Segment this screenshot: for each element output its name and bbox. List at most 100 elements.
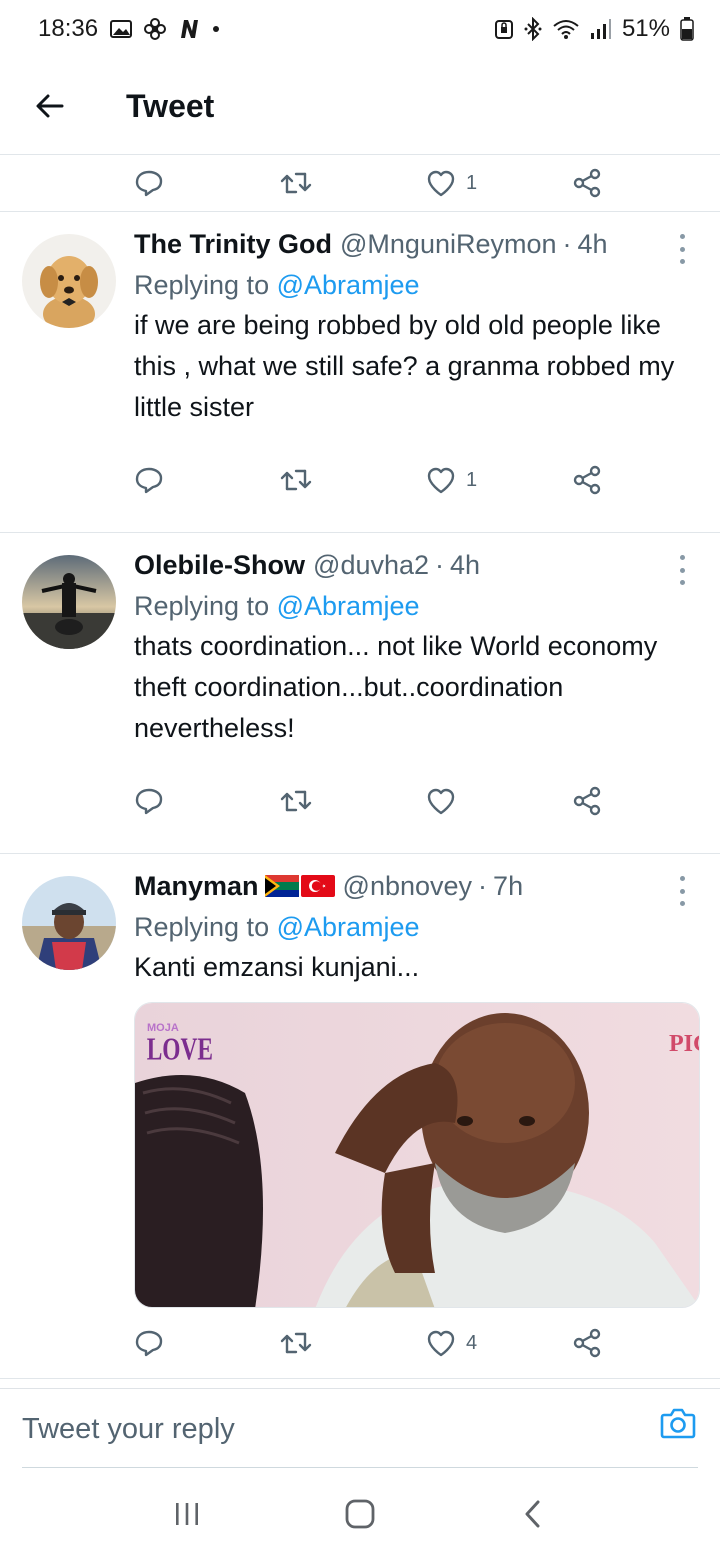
tweet-media-image[interactable]: MOJA LOVE PIG xyxy=(134,1002,700,1308)
page-title: Tweet xyxy=(126,87,215,124)
fan-icon xyxy=(144,18,167,40)
author-handle[interactable]: @nbnovey xyxy=(343,871,473,902)
share-icon xyxy=(573,786,601,816)
retweet-icon xyxy=(280,1332,312,1354)
separator-dot: · xyxy=(435,549,445,580)
tweet-text: thats coordination... not like World eco… xyxy=(134,631,658,743)
battery-percent: 51% xyxy=(621,15,670,42)
tweet-header: Olebile-Show @duvha2 · 4h xyxy=(134,547,700,583)
camera-button[interactable] xyxy=(658,1403,698,1443)
retweet-button[interactable] xyxy=(280,1328,426,1358)
heart-icon xyxy=(427,170,455,197)
more-options-button[interactable] xyxy=(672,876,692,906)
media-corner-text: PIG xyxy=(669,1031,700,1057)
back-nav-button[interactable] xyxy=(503,1484,563,1544)
reply-bar: Tweet your reply xyxy=(0,1388,720,1468)
reply-icon xyxy=(135,788,163,815)
status-time: 18:36 xyxy=(38,15,99,42)
share-button[interactable] xyxy=(572,465,602,495)
reply-tweet[interactable]: Olebile-Show @duvha2 · 4h Replying to @A… xyxy=(0,533,720,853)
recent-apps-button[interactable] xyxy=(157,1484,217,1544)
battery-icon xyxy=(680,17,694,41)
tweet-text: Kanti emzansi kunjani... xyxy=(134,952,420,982)
share-icon xyxy=(573,168,601,198)
dot-icon xyxy=(212,25,220,33)
media-logo-bottom: LOVE xyxy=(147,1031,213,1066)
back-button[interactable] xyxy=(20,76,80,136)
author-name[interactable]: The Trinity God xyxy=(134,229,332,260)
arrow-left-icon xyxy=(36,94,64,118)
retweet-icon xyxy=(280,172,312,194)
share-button[interactable] xyxy=(572,1328,602,1358)
like-count: 4 xyxy=(466,1331,478,1354)
home-icon xyxy=(345,1499,375,1529)
like-button[interactable]: 1 xyxy=(426,169,572,197)
bluetooth-icon xyxy=(524,17,542,41)
reply-button[interactable] xyxy=(134,168,280,198)
mention-link[interactable]: @Abramjee xyxy=(277,912,420,942)
status-bar: 18:36 51% xyxy=(0,0,720,58)
signal-icon xyxy=(590,18,612,40)
author-name[interactable]: Olebile-Show xyxy=(134,550,305,581)
tweet-actions: 4 xyxy=(0,1308,700,1378)
south-africa-flag-icon xyxy=(264,875,299,897)
tweet-header: The Trinity God @MnguniReymon · 4h xyxy=(134,226,700,262)
share-icon xyxy=(573,465,601,495)
reply-tweet[interactable]: The Trinity God @MnguniReymon · 4h Reply… xyxy=(0,212,720,532)
retweet-icon xyxy=(280,469,312,491)
wifi-icon xyxy=(552,18,580,40)
app-header: Tweet xyxy=(0,58,720,154)
tweet-time: 7h xyxy=(493,870,524,901)
more-options-button[interactable] xyxy=(672,234,692,264)
like-count: 1 xyxy=(466,468,478,491)
camera-icon xyxy=(660,1408,696,1439)
tweet-actions xyxy=(0,749,700,853)
replying-to: Replying to @Abramjee xyxy=(134,912,700,943)
retweet-button[interactable] xyxy=(280,465,426,495)
reply-input[interactable]: Tweet your reply xyxy=(22,1413,235,1446)
mention-link[interactable]: @Abramjee xyxy=(277,270,420,300)
retweet-button[interactable] xyxy=(280,168,426,198)
mention-link[interactable]: @Abramjee xyxy=(277,591,420,621)
replying-to: Replying to @Abramjee xyxy=(134,270,700,301)
reply-icon xyxy=(135,1330,163,1357)
author-handle[interactable]: @MnguniReymon xyxy=(340,229,557,260)
divider xyxy=(0,1378,720,1379)
tweet-time: 4h xyxy=(450,549,481,580)
lock-icon xyxy=(494,18,514,40)
avatar[interactable] xyxy=(22,876,116,970)
reply-tweet[interactable]: Manyman @nbnovey · 7h Replying to @Abram… xyxy=(0,854,720,1378)
reply-icon xyxy=(135,467,163,494)
heart-icon xyxy=(427,788,455,815)
tweet-actions: 1 xyxy=(0,155,720,211)
share-button[interactable] xyxy=(572,786,602,816)
more-options-button[interactable] xyxy=(672,555,692,585)
replying-prefix: Replying to xyxy=(134,270,270,300)
home-button[interactable] xyxy=(330,1484,390,1544)
avatar[interactable] xyxy=(22,555,116,649)
author-handle[interactable]: @duvha2 xyxy=(313,550,429,581)
author-name[interactable]: Manyman xyxy=(134,871,259,902)
replying-prefix: Replying to xyxy=(134,591,270,621)
share-button[interactable] xyxy=(572,168,602,198)
avatar[interactable] xyxy=(22,234,116,328)
reply-button[interactable] xyxy=(134,465,280,495)
tweet-header: Manyman @nbnovey · 7h xyxy=(134,868,700,904)
share-icon xyxy=(573,1328,601,1358)
separator-dot: · xyxy=(562,228,572,259)
replying-prefix: Replying to xyxy=(134,912,270,942)
like-button[interactable]: 4 xyxy=(426,1329,572,1357)
reply-button[interactable] xyxy=(134,1328,280,1358)
reply-button[interactable] xyxy=(134,786,280,816)
system-nav-bar xyxy=(0,1468,720,1560)
turkey-flag-icon xyxy=(300,875,335,897)
like-count: 1 xyxy=(466,171,478,194)
like-button[interactable]: 1 xyxy=(426,466,572,494)
reply-icon xyxy=(135,170,163,197)
retweet-button[interactable] xyxy=(280,786,426,816)
gallery-icon xyxy=(110,19,133,39)
tweet-actions: 1 xyxy=(0,428,700,532)
like-button[interactable] xyxy=(426,787,572,815)
heart-icon xyxy=(427,1330,455,1357)
heart-icon xyxy=(427,467,455,494)
